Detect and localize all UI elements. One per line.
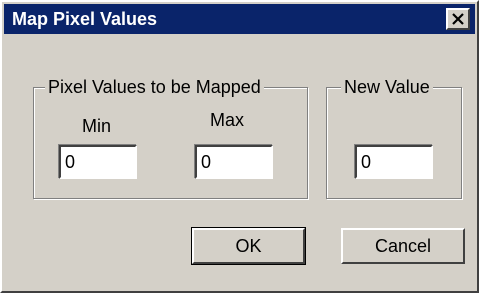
close-button[interactable] bbox=[446, 8, 470, 30]
new-value-group: New Value bbox=[326, 77, 462, 199]
title-bar[interactable]: Map Pixel Values bbox=[4, 4, 475, 34]
window-title: Map Pixel Values bbox=[12, 9, 158, 29]
ok-button[interactable]: OK bbox=[191, 227, 306, 265]
cancel-button[interactable]: Cancel bbox=[341, 228, 465, 264]
map-pixel-values-dialog: Map Pixel Values Pixel Values to be Mapp… bbox=[0, 0, 479, 293]
new-value-group-legend: New Value bbox=[341, 77, 433, 97]
pixel-values-group: Pixel Values to be Mapped Min Max bbox=[33, 77, 308, 199]
close-icon bbox=[452, 13, 464, 25]
pixel-values-group-legend: Pixel Values to be Mapped bbox=[45, 77, 264, 97]
max-label: Max bbox=[210, 110, 245, 130]
new-value-input[interactable] bbox=[355, 145, 433, 179]
min-label: Min bbox=[82, 116, 112, 136]
max-input[interactable] bbox=[195, 145, 273, 179]
min-input[interactable] bbox=[59, 145, 137, 179]
